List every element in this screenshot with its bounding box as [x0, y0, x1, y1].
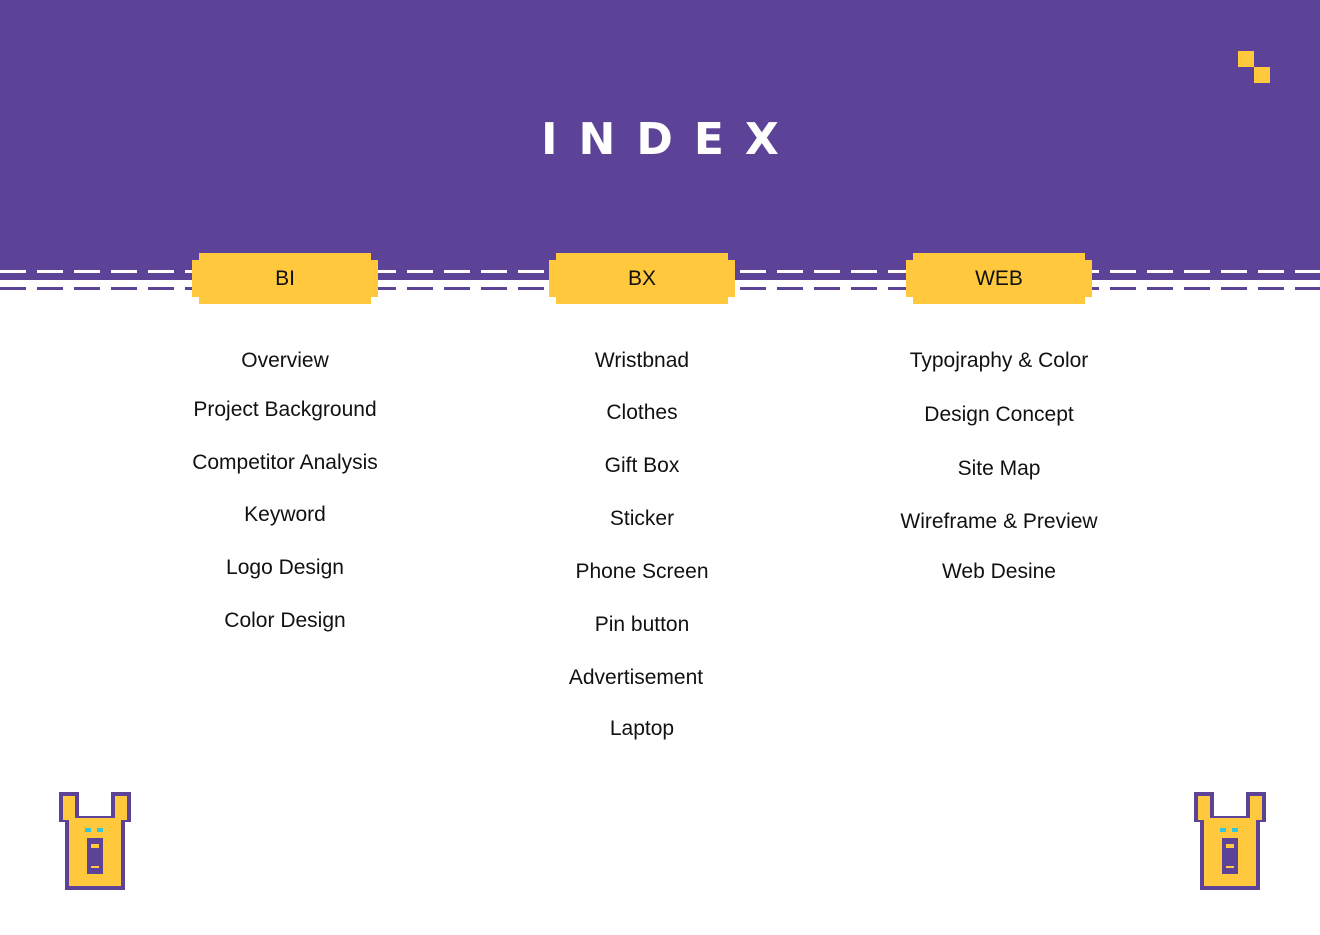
index-item-overview[interactable]: Overview [115, 347, 455, 375]
tab-bx[interactable]: BX [549, 253, 735, 304]
pixel-rabbit-mascot-icon [1194, 792, 1266, 890]
pixel-squares-icon [1238, 51, 1254, 67]
page-title: INDEX [541, 114, 800, 165]
index-item-phone-screen[interactable]: Phone Screen [472, 558, 812, 586]
index-item-keyword[interactable]: Keyword [115, 501, 455, 529]
tab-bi[interactable]: BI [192, 253, 378, 304]
tab-web[interactable]: WEB [906, 253, 1092, 304]
index-item-gift-box[interactable]: Gift Box [472, 452, 812, 480]
index-item-typography-color[interactable]: Typojraphy & Color [829, 347, 1169, 375]
index-item-sticker[interactable]: Sticker [472, 505, 812, 533]
pixel-rabbit-mascot-icon [59, 792, 131, 890]
index-item-competitor-analysis[interactable]: Competitor Analysis [115, 449, 455, 477]
index-item-logo-design[interactable]: Logo Design [115, 554, 455, 582]
index-item-web-desine[interactable]: Web Desine [829, 558, 1169, 586]
index-item-design-concept[interactable]: Design Concept [829, 401, 1169, 429]
index-item-pin-button[interactable]: Pin button [472, 611, 812, 639]
index-item-project-background[interactable]: Project Background [115, 396, 455, 424]
index-item-advertisement[interactable]: Advertisement [466, 664, 806, 692]
index-item-clothes[interactable]: Clothes [472, 399, 812, 427]
index-item-wireframe-preview[interactable]: Wireframe & Preview [829, 508, 1169, 536]
index-item-site-map[interactable]: Site Map [829, 455, 1169, 483]
index-item-wristbnad[interactable]: Wristbnad [472, 347, 812, 375]
index-item-color-design[interactable]: Color Design [115, 607, 455, 635]
index-item-laptop[interactable]: Laptop [472, 715, 812, 743]
pixel-squares-icon-part [1254, 67, 1270, 83]
